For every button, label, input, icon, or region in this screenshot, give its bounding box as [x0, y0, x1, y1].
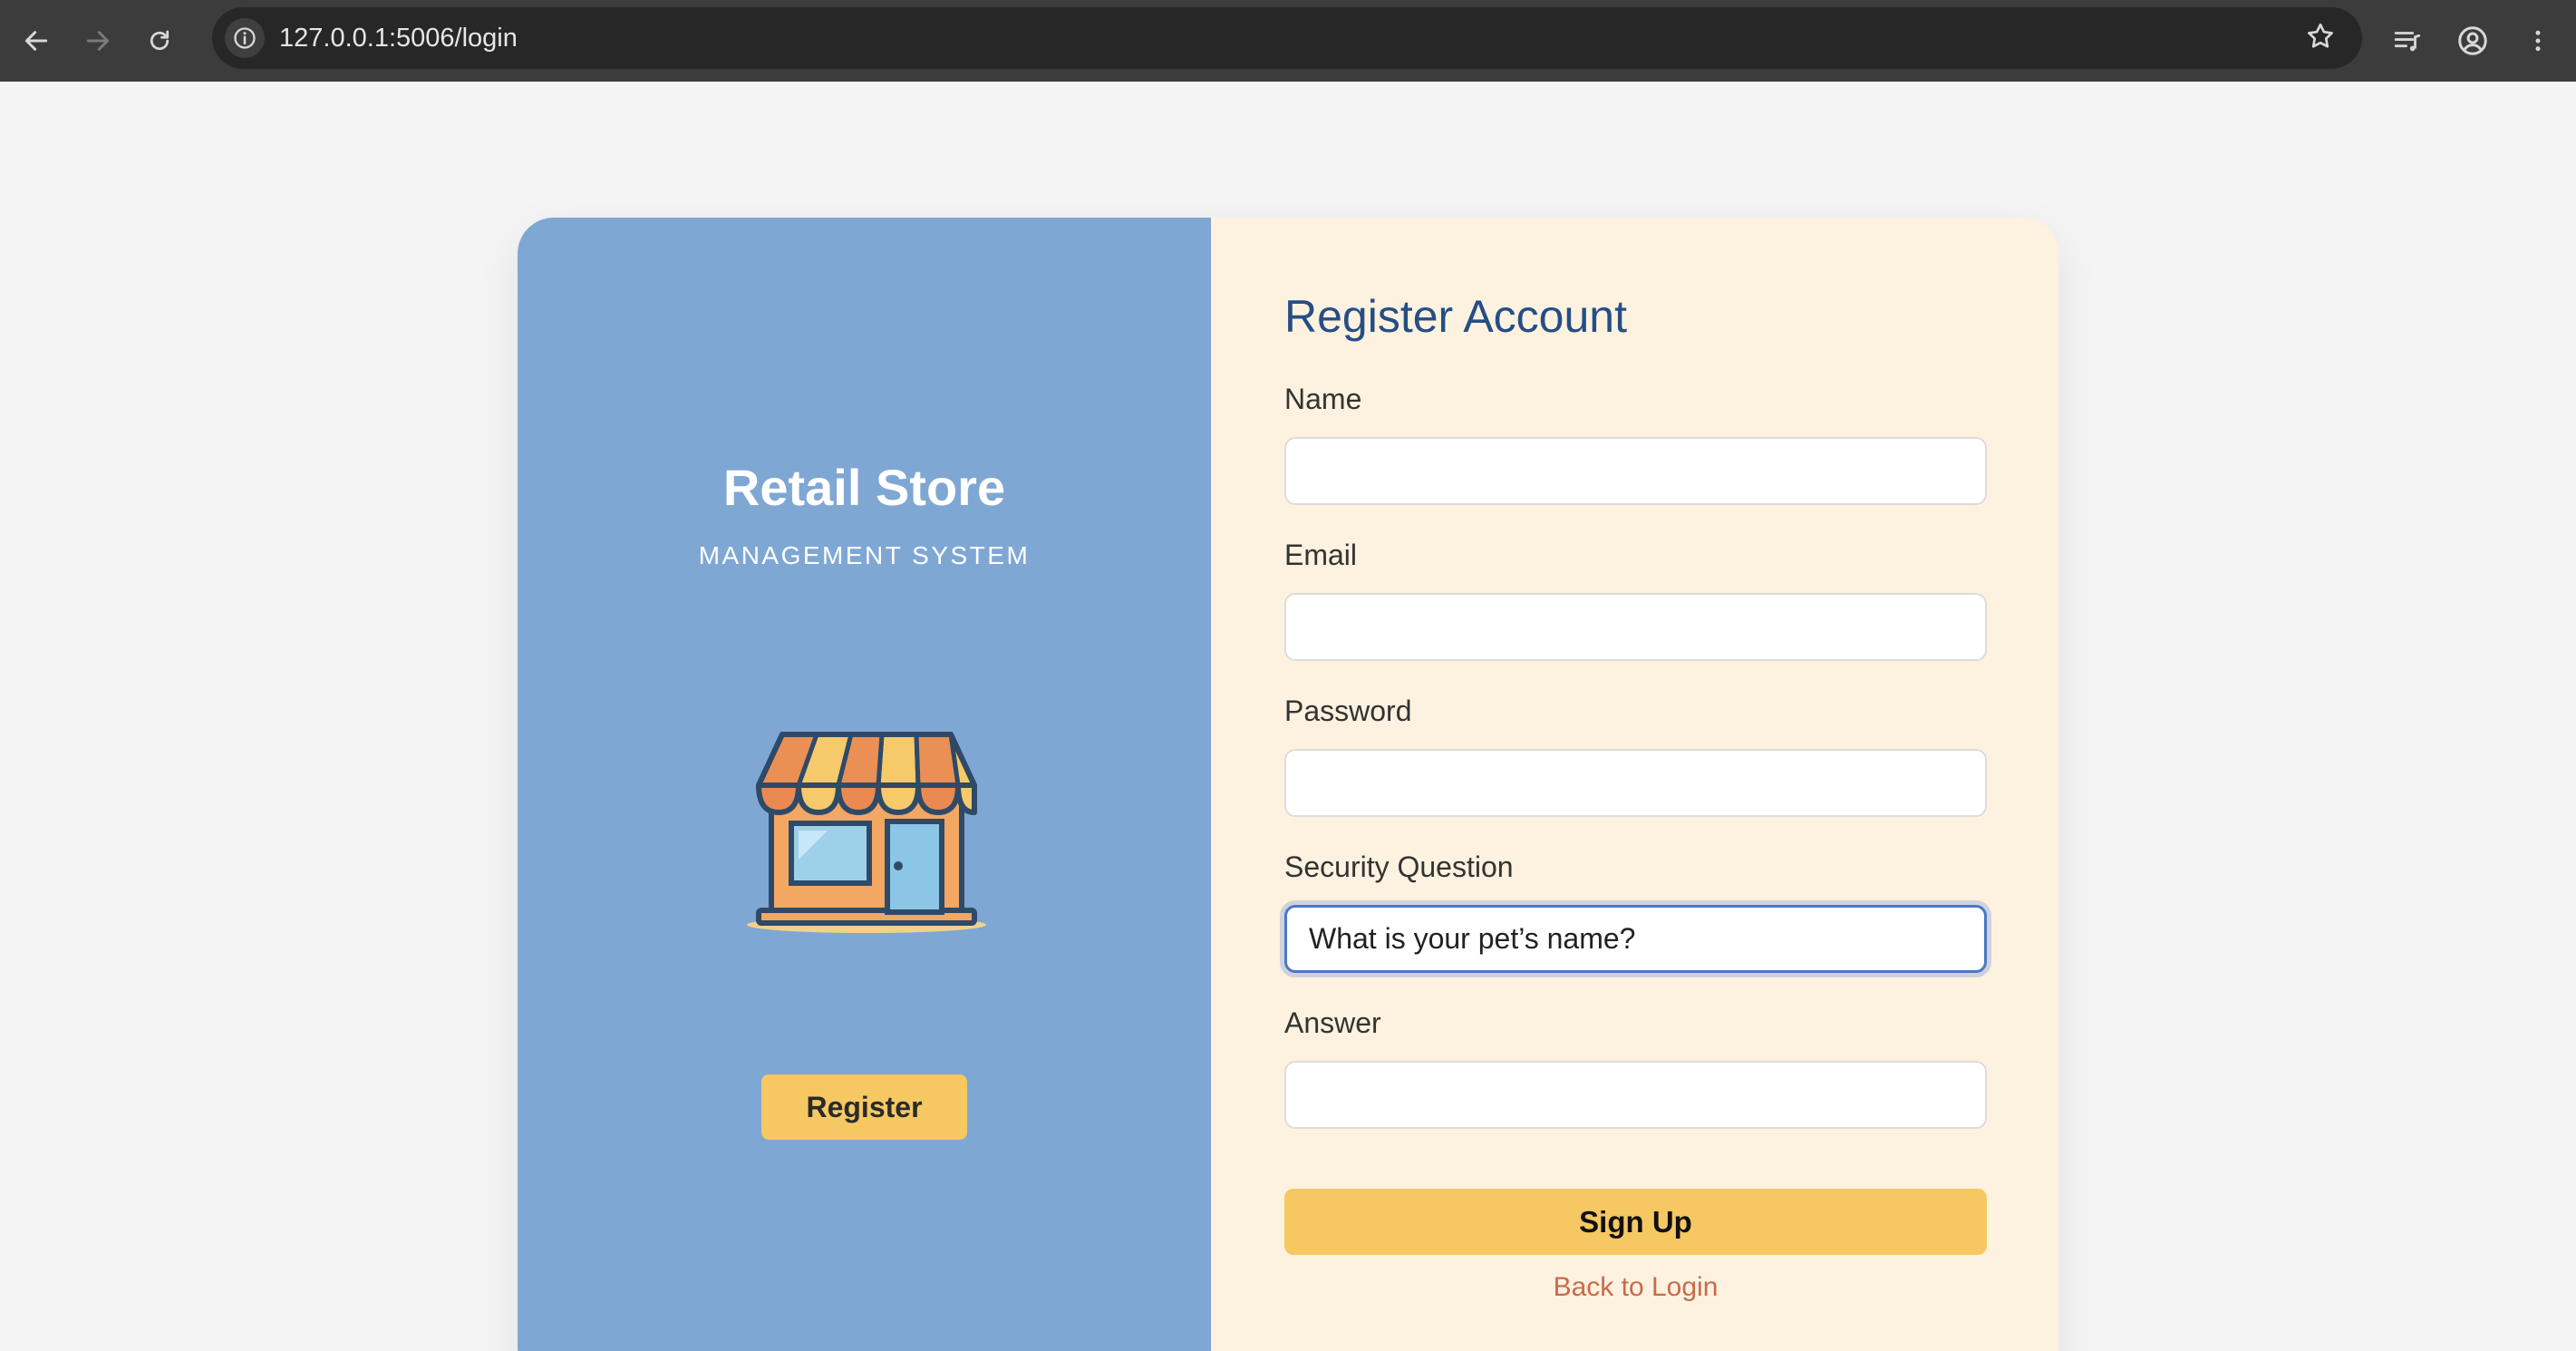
register-toggle-button[interactable]: Register — [761, 1074, 967, 1140]
answer-input[interactable] — [1284, 1061, 1987, 1129]
bookmark-star-icon[interactable] — [2304, 20, 2337, 57]
security-question-label: Security Question — [1284, 850, 1514, 883]
back-button[interactable] — [11, 15, 62, 66]
email-input[interactable] — [1284, 593, 1987, 661]
profile-icon[interactable] — [2445, 14, 2500, 68]
password-label: Password — [1284, 695, 1412, 727]
form-heading: Register Account — [1284, 291, 1627, 342]
back-to-login-link[interactable]: Back to Login — [1284, 1272, 1987, 1303]
more-menu-icon[interactable] — [2511, 14, 2565, 68]
answer-label: Answer — [1284, 1006, 1381, 1039]
register-card: Retail Store MANAGEMENT SYSTEM Register … — [518, 218, 2058, 1351]
security-question-input[interactable] — [1284, 905, 1987, 973]
name-label: Name — [1284, 383, 1362, 415]
email-label: Email — [1284, 539, 1358, 571]
reload-button[interactable] — [134, 15, 185, 66]
arrow-right-icon — [86, 31, 110, 51]
address-bar[interactable]: 127.0.0.1:5006/login — [212, 7, 2362, 69]
media-queue-icon[interactable] — [2380, 14, 2435, 68]
name-input[interactable] — [1284, 437, 1987, 505]
browser-toolbar: 127.0.0.1:5006/login — [0, 0, 2576, 82]
forward-button[interactable] — [73, 15, 123, 66]
register-form-panel: Register Account Name Email Password Sec… — [1211, 218, 2058, 1351]
password-input[interactable] — [1284, 749, 1987, 817]
storefront-icon — [747, 732, 986, 933]
page-viewport: Retail Store MANAGEMENT SYSTEM Register … — [0, 82, 2576, 1351]
site-info-icon[interactable] — [225, 18, 265, 58]
brand-title: Retail Store — [722, 459, 1006, 516]
url-text[interactable]: 127.0.0.1:5006/login — [279, 24, 518, 53]
sign-up-button[interactable]: Sign Up — [1284, 1189, 1987, 1255]
reload-icon — [150, 30, 169, 51]
brand-panel: Retail Store MANAGEMENT SYSTEM Register — [518, 218, 1211, 1351]
brand-subtitle: MANAGEMENT SYSTEM — [698, 541, 1031, 569]
arrow-left-icon — [24, 31, 48, 51]
